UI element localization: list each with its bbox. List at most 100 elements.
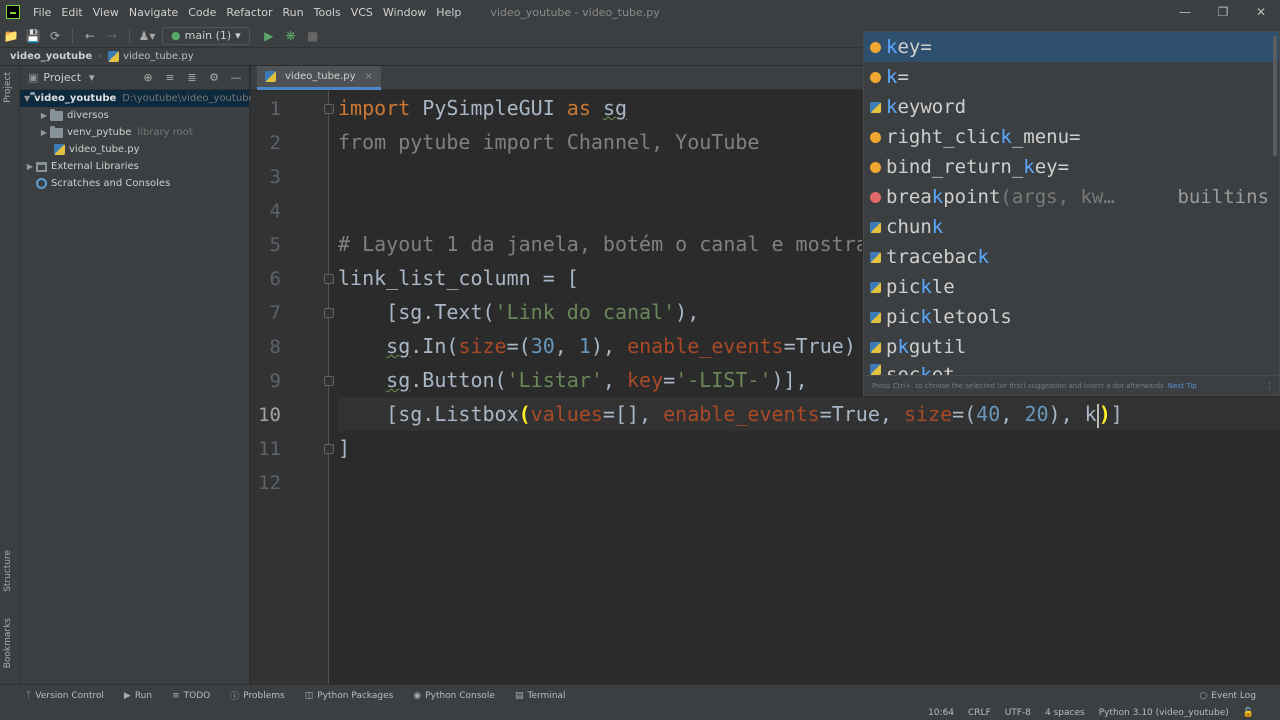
project-panel-title[interactable]: Project (43, 71, 81, 84)
completion-scrollbar[interactable] (1273, 36, 1277, 156)
tree-item-external-libraries[interactable]: ▶ External Libraries (20, 158, 249, 175)
tool-terminal[interactable]: ▤ Terminal (515, 691, 566, 701)
terminal-icon: ▤ (514, 690, 524, 701)
menu-refactor[interactable]: Refactor (221, 6, 277, 19)
completion-item[interactable]: k eyword (864, 92, 1279, 122)
tool-version-control[interactable]: ᛉ Version Control (26, 691, 104, 701)
fold-marker-icon[interactable] (324, 308, 334, 318)
code-line-7[interactable]: [sg.Text('Link do canal'), (338, 295, 699, 329)
breadcrumb-project[interactable]: video_youtube (10, 51, 92, 62)
completion-item[interactable]: chun k (864, 212, 1279, 242)
lock-icon[interactable]: 🔓 (1243, 708, 1254, 718)
menu-navigate[interactable]: Navigate (124, 6, 183, 19)
fold-marker-icon[interactable] (324, 444, 334, 454)
collapse-all-icon[interactable]: ≣ (183, 71, 201, 84)
chevron-down-icon[interactable]: ▼ (24, 94, 30, 103)
bookmarks-tool-tab[interactable]: Bookmarks (3, 618, 13, 668)
menu-vcs[interactable]: VCS (346, 6, 378, 19)
completion-text: tracebac (886, 246, 978, 268)
maximize-icon[interactable]: ❐ (1204, 0, 1242, 24)
close-icon[interactable]: ✕ (1242, 0, 1280, 24)
completion-item[interactable]: k = (864, 62, 1279, 92)
tool-python-packages[interactable]: ◫ Python Packages (305, 691, 394, 701)
tree-item-venv[interactable]: ▶ venv_pytube library root (20, 124, 249, 141)
forward-arrow-icon[interactable]: → (101, 26, 123, 46)
completion-text: pic (886, 306, 921, 328)
completion-item[interactable]: k ey= (864, 32, 1279, 62)
debug-icon[interactable]: ❋ (280, 26, 302, 46)
code-line-1[interactable]: import PySimpleGUI as sg (338, 91, 627, 125)
tree-item-video-tube-py[interactable]: video_tube.py (20, 141, 249, 158)
tree-item-scratches[interactable]: Scratches and Consoles (20, 175, 249, 192)
code-line-9[interactable]: sg.Button('Listar', key='-LIST-')], (338, 363, 807, 397)
indent-setting[interactable]: 4 spaces (1045, 708, 1085, 718)
expand-all-icon[interactable]: ≡ (161, 71, 179, 84)
menu-code[interactable]: Code (183, 6, 221, 19)
menu-help[interactable]: Help (431, 6, 466, 19)
file-encoding[interactable]: UTF-8 (1005, 708, 1031, 718)
completion-item-partial[interactable]: soc k et (864, 362, 1279, 376)
tree-item-diversos[interactable]: ▶ diversos (20, 107, 249, 124)
sync-icon[interactable]: ⟳ (44, 26, 66, 46)
caret-position[interactable]: 10:64 (928, 708, 954, 718)
stop-icon[interactable]: ■ (302, 26, 324, 46)
completion-item[interactable]: pic k le (864, 272, 1279, 302)
save-icon[interactable]: 💾 (22, 26, 44, 46)
fold-marker-icon[interactable] (324, 104, 334, 114)
python-interpreter[interactable]: Python 3.10 (video_youtube) (1099, 708, 1229, 718)
gear-icon[interactable]: ⚙ (205, 71, 223, 84)
completion-item[interactable]: bind_return_ k ey= (864, 152, 1279, 182)
menu-window[interactable]: Window (378, 6, 431, 19)
chevron-right-icon[interactable]: ▶ (38, 128, 50, 137)
menu-run[interactable]: Run (278, 6, 309, 19)
menu-file[interactable]: File (28, 6, 56, 19)
menu-tools[interactable]: Tools (309, 6, 346, 19)
completion-source: builtins (1177, 186, 1269, 208)
completion-text: = (897, 66, 909, 88)
chevron-right-icon[interactable]: ▶ (38, 111, 50, 120)
next-tip-link[interactable]: Next Tip (1168, 382, 1197, 390)
code-line-10-current[interactable]: [sg.Listbox(values=[], enable_events=Tru… (338, 397, 1280, 431)
project-tool-tab[interactable]: Project (3, 72, 13, 103)
code-line-5[interactable]: # Layout 1 da janela, botém o canal e mo… (338, 227, 862, 261)
completion-item[interactable]: brea k point (args, kw… builtins (864, 182, 1279, 212)
line-separator[interactable]: CRLF (968, 708, 991, 718)
token: ), (675, 300, 700, 324)
token: sg (602, 96, 628, 120)
fold-marker-icon[interactable] (324, 376, 334, 386)
code-line-2[interactable]: from pytube import Channel, YouTube (338, 125, 759, 159)
tree-item-project-root[interactable]: ▼ video_youtube D:\youtube\video_youtube (20, 90, 255, 107)
tool-todo[interactable]: ≡ TODO (172, 691, 210, 701)
run-config-selector[interactable]: ● main (1) ▾ (162, 26, 250, 45)
tool-event-log[interactable]: ○ Event Log (1199, 691, 1256, 701)
completion-item[interactable]: p k gutil (864, 332, 1279, 362)
breadcrumb-file[interactable]: video_tube.py (123, 51, 194, 62)
code-line-11[interactable]: ] (338, 431, 350, 465)
more-options-icon[interactable]: ⋮ (1266, 382, 1279, 390)
completion-item[interactable]: tracebac k (864, 242, 1279, 272)
menu-edit[interactable]: Edit (56, 6, 87, 19)
locate-icon[interactable]: ⊕ (139, 71, 157, 84)
tab-video-tube-py[interactable]: video_tube.py × (257, 66, 381, 90)
tool-problems[interactable]: ⓘ Problems (230, 689, 285, 703)
completion-item[interactable]: right_clic k _menu= (864, 122, 1279, 152)
completion-item[interactable]: pic k letools (864, 302, 1279, 332)
back-arrow-icon[interactable]: ← (79, 26, 101, 46)
menu-view[interactable]: View (88, 6, 124, 19)
close-tab-icon[interactable]: × (365, 71, 373, 82)
code-line-8[interactable]: sg.In(size=(30, 1), enable_events=True) (338, 329, 862, 363)
fold-marker-icon[interactable] (324, 274, 334, 284)
chevron-right-icon[interactable]: ▶ (24, 162, 36, 171)
open-folder-icon[interactable]: 📁 (0, 26, 22, 46)
code-completion-popup[interactable]: k ey= k = k eyword right_clic k _menu= bind_r… (863, 31, 1280, 396)
minimize-icon[interactable]: — (1166, 0, 1204, 24)
tool-run[interactable]: ▶ Run (124, 691, 152, 701)
tool-python-console[interactable]: ◉ Python Console (413, 691, 495, 701)
chevron-down-icon[interactable]: ▾ (89, 71, 95, 84)
user-icon[interactable]: ♟▾ (136, 26, 158, 46)
run-icon[interactable]: ▶ (258, 26, 280, 46)
structure-tool-tab[interactable]: Structure (3, 550, 13, 592)
line-number-gutter[interactable]: 1 2 3 4 5 6 7 8 9 10 11 12 (251, 91, 334, 684)
code-line-6[interactable]: link_list_column = [ (338, 261, 579, 295)
hide-panel-icon[interactable]: — (227, 71, 245, 84)
